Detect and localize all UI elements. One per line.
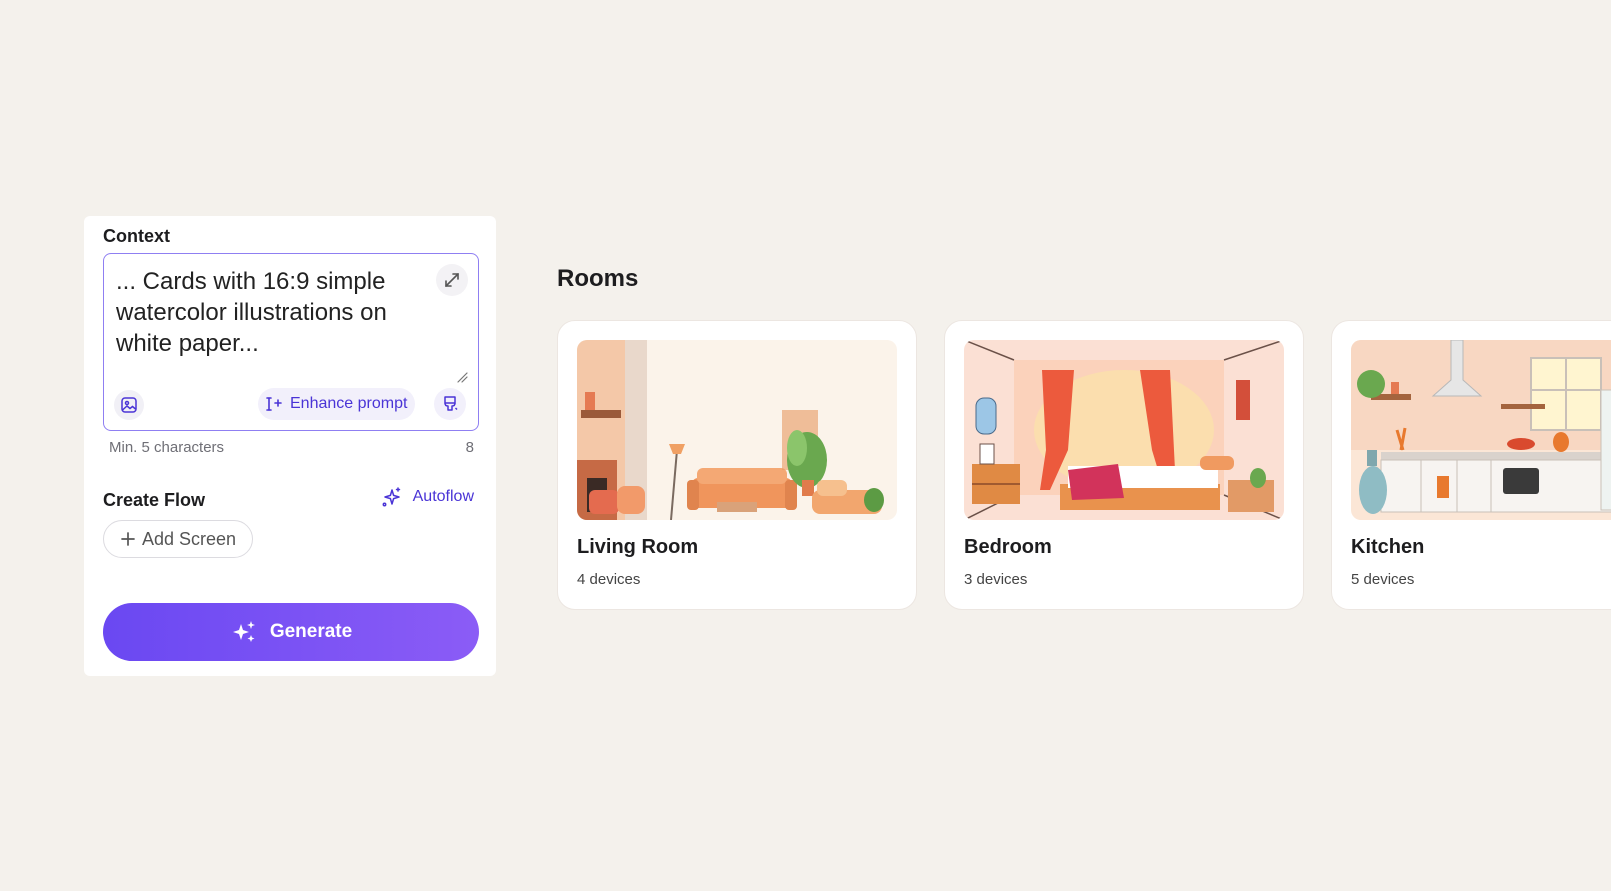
room-device-count: 5 devices <box>1351 571 1415 588</box>
kitchen-illustration <box>1351 340 1611 520</box>
autoflow-label: Autoflow <box>412 488 474 505</box>
image-icon <box>121 397 137 413</box>
attach-image-button[interactable] <box>114 390 144 420</box>
expand-icon <box>445 273 459 287</box>
resize-handle[interactable] <box>456 370 468 388</box>
style-brush-button[interactable] <box>434 388 466 420</box>
room-card-living-room[interactable]: Living Room 4 devices <box>557 320 917 610</box>
plus-icon <box>121 532 135 546</box>
context-label: Context <box>103 226 170 246</box>
living-room-illustration <box>577 340 897 520</box>
room-device-count: 3 devices <box>964 571 1028 588</box>
enhance-sparkle-icon <box>266 397 282 411</box>
prompt-textarea[interactable]: ... Cards with 16:9 simple watercolor il… <box>103 253 479 431</box>
brush-icon <box>444 396 458 411</box>
expand-button[interactable] <box>436 264 468 296</box>
enhance-prompt-label: Enhance prompt <box>290 395 408 412</box>
bedroom-illustration <box>964 340 1284 520</box>
min-characters-hint: Min. 5 characters <box>109 439 225 456</box>
room-device-count: 4 devices <box>577 571 641 588</box>
generate-button[interactable]: Generate <box>103 603 479 661</box>
room-card-bedroom[interactable]: Bedroom 3 devices <box>944 320 1304 610</box>
autoflow-sparkle-icon <box>382 487 400 507</box>
enhance-prompt-button[interactable]: Enhance prompt <box>258 388 416 420</box>
add-screen-label: Add Screen <box>142 528 237 549</box>
room-name: Living Room <box>577 536 699 558</box>
context-panel: Context ... Cards with 16:9 simple water… <box>84 216 496 676</box>
generate-label: Generate <box>269 621 353 642</box>
resize-grip-icon <box>457 372 468 383</box>
character-count: 8 <box>465 439 474 456</box>
autoflow-button[interactable]: Autoflow <box>381 486 474 508</box>
room-card-kitchen[interactable]: Kitchen 5 devices <box>1331 320 1611 610</box>
create-flow-label: Create Flow <box>103 490 206 510</box>
prompt-text[interactable]: ... Cards with 16:9 simple watercolor il… <box>116 266 436 359</box>
sparkles-icon <box>232 621 255 642</box>
add-screen-button[interactable]: Add Screen <box>103 520 254 558</box>
rooms-heading: Rooms <box>557 265 639 292</box>
room-name: Bedroom <box>964 536 1052 558</box>
room-name: Kitchen <box>1351 536 1425 558</box>
